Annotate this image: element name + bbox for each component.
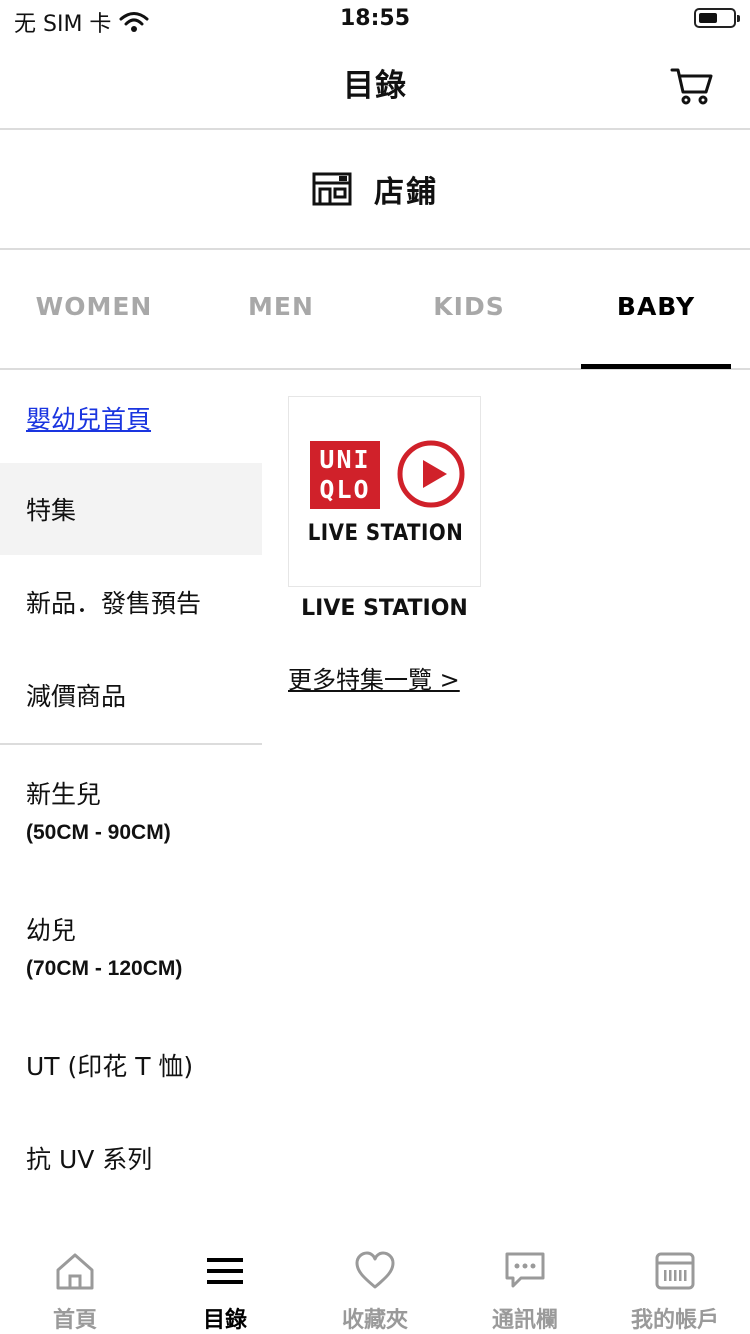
category-toddler[interactable]: 幼兒 (70CM - 120CM) <box>26 911 262 981</box>
logo-line: UNI <box>319 445 371 474</box>
tab-kids[interactable]: KIDS <box>375 292 563 321</box>
banner-caption: LIVE STATION <box>307 521 464 546</box>
bottom-tab-bar: 首頁 目錄 收藏夾 通訊欄 我的帳戶 <box>0 1234 750 1334</box>
tab-women[interactable]: WOMEN <box>0 292 188 321</box>
logo-line: QLO <box>319 475 371 504</box>
tabbar-label: 目錄 <box>202 1308 247 1333</box>
menu-icon <box>207 1258 243 1284</box>
baby-home-link[interactable]: 嬰幼兒首頁 <box>26 400 151 436</box>
category-title: 抗 UV 系列 <box>26 1145 153 1174</box>
active-tab-indicator <box>581 364 731 369</box>
tabbar-label: 我的帳戶 <box>630 1308 719 1333</box>
category-size-range: (50CM - 90CM) <box>26 821 171 844</box>
live-station-banner[interactable]: UNI QLO LIVE STATION <box>288 396 481 587</box>
cart-icon[interactable] <box>670 66 714 106</box>
sidebar-divider <box>0 743 262 745</box>
status-time: 18:55 <box>339 6 411 31</box>
status-bar: 无 SIM 卡 18:55 <box>0 0 750 40</box>
tabbar-label: 收藏夾 <box>341 1308 408 1333</box>
uniqlo-logo: UNI QLO <box>310 441 380 509</box>
tabbar-home[interactable]: 首頁 <box>0 1234 150 1334</box>
category-size-range: (70CM - 120CM) <box>26 957 183 980</box>
tabbar-messages[interactable]: 通訊欄 <box>450 1234 600 1334</box>
category-title: 新生兒 <box>26 780 102 809</box>
sidebar-item-features[interactable]: 特集 <box>0 463 262 555</box>
tab-men[interactable]: MEN <box>187 292 375 321</box>
tabbar-catalog[interactable]: 目錄 <box>150 1234 300 1334</box>
sidebar-item-new-arrivals[interactable]: 新品．發售預告 <box>0 556 262 648</box>
battery-level <box>699 13 717 23</box>
category-title: UT (印花 T 恤) <box>26 1052 194 1081</box>
more-features-link[interactable]: 更多特集一覽 > <box>288 660 460 695</box>
gender-tabs: WOMEN MEN KIDS BABY <box>0 250 750 370</box>
page-title: 目錄 <box>343 68 407 104</box>
sidebar-item-sale[interactable]: 減價商品 <box>0 649 262 741</box>
home-icon <box>56 1253 94 1290</box>
tabbar-label: 通訊欄 <box>491 1308 558 1333</box>
battery-nub <box>737 15 740 22</box>
heart-icon <box>355 1251 395 1289</box>
play-icon <box>397 440 465 508</box>
tabbar-favorites[interactable]: 收藏夾 <box>300 1234 450 1334</box>
chat-icon <box>505 1252 545 1288</box>
tabbar-account[interactable]: 我的帳戶 <box>600 1234 750 1334</box>
category-newborn[interactable]: 新生兒 (50CM - 90CM) <box>26 775 262 845</box>
tabbar-label: 首頁 <box>52 1308 97 1333</box>
store-icon <box>312 172 352 206</box>
feature-label[interactable]: LIVE STATION <box>288 596 481 621</box>
membership-card-icon <box>655 1252 695 1290</box>
category-ut[interactable]: UT (印花 T 恤) <box>26 1047 262 1083</box>
nav-bar: 目錄 <box>0 40 750 130</box>
battery-icon <box>694 8 740 28</box>
category-uv-protection[interactable]: 抗 UV 系列 <box>26 1140 262 1176</box>
category-title: 幼兒 <box>26 916 77 945</box>
store-row[interactable]: 店鋪 <box>0 130 750 250</box>
tab-baby[interactable]: BABY <box>562 292 750 321</box>
store-label: 店鋪 <box>374 175 438 210</box>
